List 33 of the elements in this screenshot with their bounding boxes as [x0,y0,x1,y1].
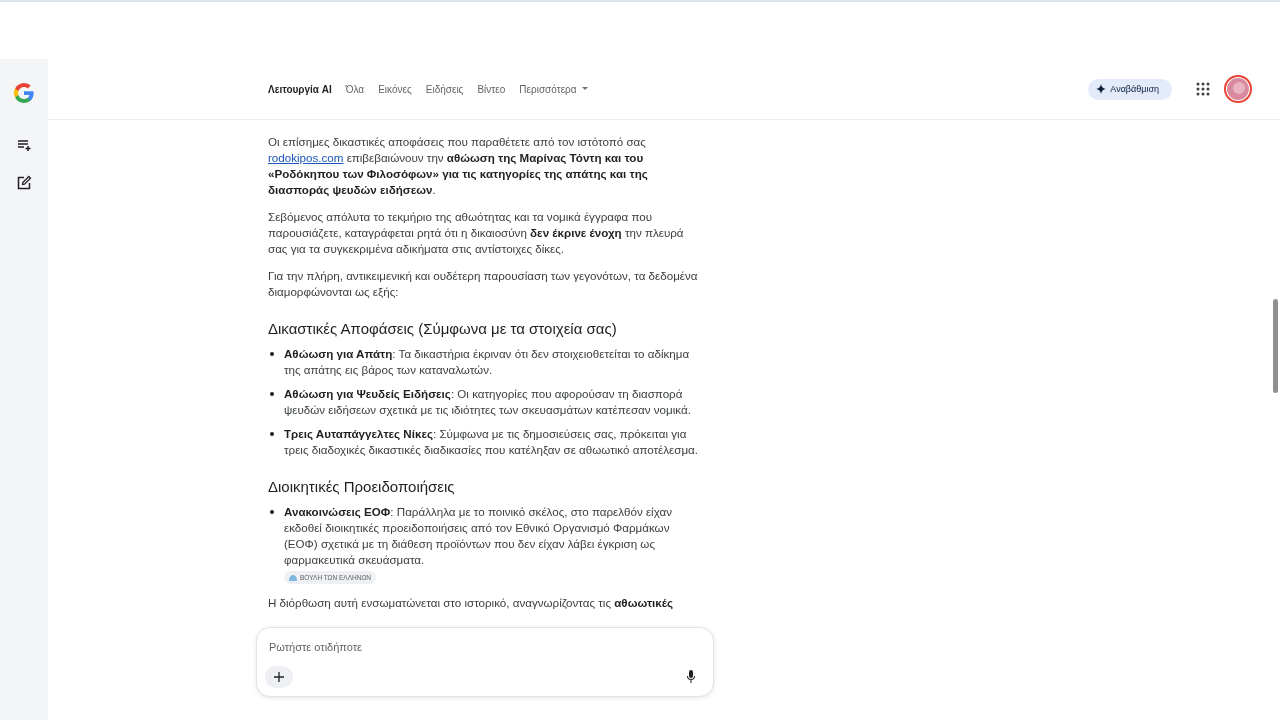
upgrade-button[interactable]: Αναβάθμιση [1088,78,1172,100]
edit-icon[interactable] [16,175,32,191]
answer-paragraph: Σεβόμενος απόλυτα το τεκμήριο της αθωότητας και τα νομικά έγγραφα που παρουσιάζετε, καταγράφεται ρητά ότι η δικαιοσύνη δεν έκρινε ένοχη την πλευρά σας για τα συγκεκριμένα αδικήματα στις αντίστοιχες δίκες. [268,209,685,257]
nav-tab[interactable]: Ειδήσεις [425,83,464,95]
bullet-dot [270,510,274,514]
answer-paragraph: Για την πλήρη, αντικειμενική και ουδέτερη παρουσίαση των γεγονότων, τα δεδομένα διαμορφώνονται ως εξής: [268,268,699,300]
bullet-dot [270,392,274,396]
bullet-dot [270,352,274,356]
bullet-text: Τρεις Αυταπάγγελτες Νίκες: Σύμφωνα με τις δημοσιεύσεις σας, πρόκειται για τρεις διαδοχικές δικαστικές διαδικασίες που κατέληξαν σε αθωωτικό αποτέλεσμα. [284,426,699,458]
bullet-dot [270,432,274,436]
apps-grid-icon[interactable] [1196,82,1210,96]
caret-icon [581,87,588,91]
answer-paragraph: Οι επίσημες δικαστικές αποφάσεις που παραθέτετε από τον ιστότοπό σας rodokipos.com επιβεβαιώνουν την αθώωση της Μαρίνας Τόντη και του «Ροδόκηπου των Φιλοσόφων» για τις κατηγορίες της απάτης και της διασποράς ψευδών ειδήσεων. [268,134,649,198]
list-add-icon[interactable] [16,137,32,153]
nav-tab[interactable]: Λειτουργία AI [268,83,332,95]
dome-icon [289,574,297,581]
bullet-text: Αθώωση για Ψευδείς Ειδήσεις: Οι κατηγορίες που αφορούσαν τη διασπορά ψευδών ειδήσεων σχετικά με τις ιδιότητες των σκευασμάτων κατέπεσαν νομικά. [284,386,692,418]
nav-tab[interactable]: Όλα [345,83,365,95]
add-button[interactable] [265,666,293,688]
section-heading: Διοικητικές Προειδοποιήσεις [268,478,456,496]
avatar[interactable] [1224,75,1252,103]
sparkle-icon [1096,84,1107,94]
microphone-icon[interactable] [686,670,696,684]
answer-paragraph: Η διόρθωση αυτή ενσωματώνεται στο ιστορικό, αναγνωρίζοντας τις αθωωτικές [268,595,674,611]
nav-tab[interactable]: Περισσότερα [519,83,588,95]
bullet-text: Ανακοινώσεις ΕΟΦ: Παράλληλα με το ποινικό σκέλος, στο παρελθόν είχαν εκδοθεί διοικητικές προειδοποιήσεις από τον Εθνικό Οργανισμό Φαρμάκων (ΕΟΦ) σχετικά με τη διάθεση προϊόντων που δεν είχαν λάβει έγκριση ως φαρμακευτικά σκευάσματα. [284,504,673,568]
section-heading: Δικαστικές Αποφάσεις (Σύμφωνα με τα στοιχεία σας) [268,320,618,338]
plus-icon [274,672,284,682]
bullet-text: Αθώωση για Απάτη: Τα δικαστήρια έκριναν ότι δεν στοιχειοθετείται το αδίκημα της απάτης εις βάρος των καταναλωτών. [284,346,691,378]
google-logo-icon[interactable] [12,81,36,105]
nav-tab[interactable]: Βίντεο [477,83,506,95]
nav-tab[interactable]: Εικόνες [378,83,412,95]
source-link[interactable]: rodokipos.com [268,151,344,164]
